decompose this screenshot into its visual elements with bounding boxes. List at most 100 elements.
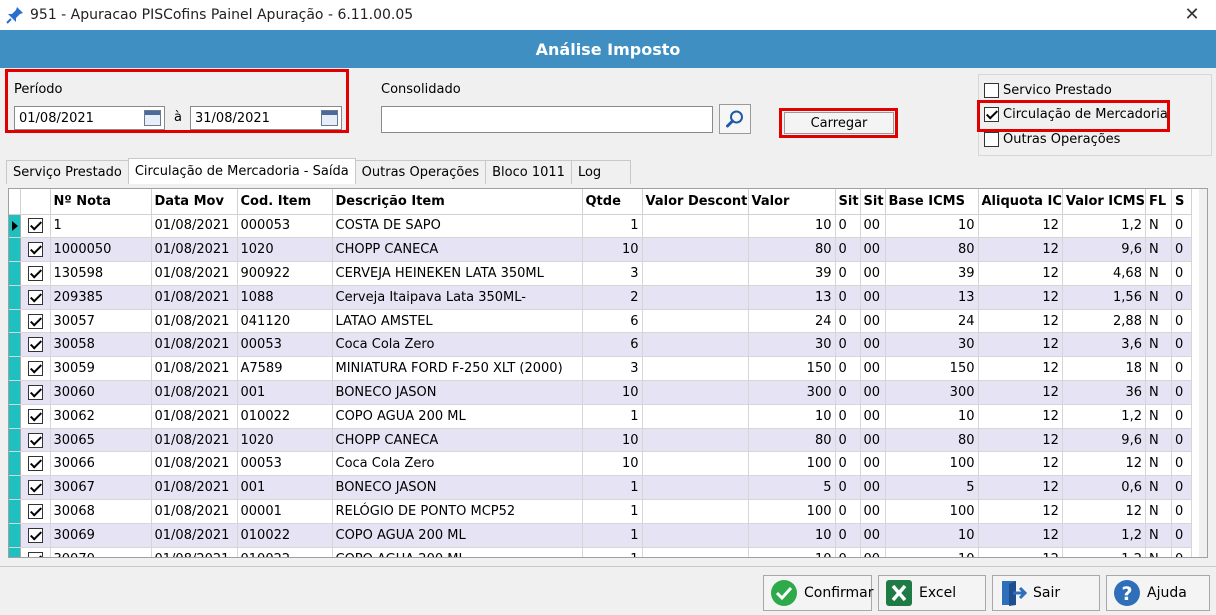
row-checkbox[interactable] [27,337,43,353]
row-select-cell[interactable] [20,356,51,382]
row-indicator[interactable] [9,285,21,310]
row-checkbox[interactable] [27,527,43,543]
tab-outras-operacoes[interactable]: Outras Operações [354,160,487,184]
row-indicator[interactable] [9,332,21,358]
row-indicator[interactable] [9,380,21,405]
table-row[interactable]: 30060 01/08/2021 001 BONECO JASON 10 300 0 00 30… [9,380,1192,405]
row-checkbox[interactable] [27,456,43,472]
table-row[interactable]: 30069 01/08/2021 010022 COPO AGUA 200 ML 1 10… [9,523,1192,548]
confirmar-button[interactable]: Confirmar [763,575,874,611]
column-header-valor-desconto[interactable]: Valor Descont [642,189,749,215]
row-select-cell[interactable] [20,214,51,239]
row-checkbox[interactable] [27,480,43,496]
column-header-data-mov[interactable]: Data Mov [151,189,238,215]
table-row[interactable]: 30057 01/08/2021 041120 LATAO AMSTEL 6 24 0 00 2… [9,309,1192,334]
row-indicator[interactable] [9,523,21,548]
calendar-icon[interactable] [144,110,161,126]
table-row[interactable]: 30065 01/08/2021 1020 CHOPP CANECA 10 80 0 00 80… [9,428,1192,453]
column-header-sit-2[interactable]: Sit [860,189,886,215]
row-select-cell[interactable] [20,451,51,477]
row-select-cell[interactable] [20,428,51,453]
row-select-cell[interactable] [20,237,51,263]
row-checkbox[interactable] [27,551,43,557]
row-select-cell[interactable] [20,309,51,334]
cell-valor: 100 [748,451,836,477]
row-indicator[interactable] [9,309,21,334]
row-indicator[interactable] [9,356,21,382]
column-header-s[interactable]: S [1171,189,1192,215]
row-indicator[interactable] [9,499,21,524]
tab-circulacao-mercadoria-saida[interactable]: Circulação de Mercadoria - Saída [127,158,356,184]
row-checkbox[interactable] [27,408,43,424]
search-button[interactable] [719,104,751,134]
sair-button[interactable]: Sair [992,575,1100,611]
carregar-button[interactable]: Carregar [784,112,894,134]
consolidado-input[interactable] [381,106,713,133]
column-header-valor[interactable]: Valor [748,189,836,215]
table-row[interactable]: 30066 01/08/2021 00053 Coca Cola Zero 10 100 0… [9,451,1192,477]
row-indicator[interactable] [9,475,21,501]
table-row[interactable]: 30062 01/08/2021 010022 COPO AGUA 200 ML 1 10… [9,404,1192,429]
table-row[interactable]: 3007001/08/2021010022COPO AGUA 200 ML1 10… [9,547,1192,557]
column-header-sit[interactable]: Sit [835,189,861,215]
column-header-nota[interactable]: Nº Nota [50,189,152,215]
checkbox-outras-operacoes[interactable] [984,132,999,147]
row-select-cell[interactable] [20,380,51,405]
row-select-cell[interactable] [20,285,51,310]
row-select-cell[interactable] [20,547,51,557]
row-indicator[interactable] [9,261,21,286]
row-indicator[interactable] [9,237,21,263]
table-row[interactable]: 30068 01/08/2021 00001 RELÓGIO DE PONTO MCP… [9,499,1192,524]
option-circulacao-mercadoria[interactable]: Circulação de Mercadoria [984,107,1168,122]
table-row[interactable]: 1000050 01/08/2021 1020 CHOPP CANECA 10 80 0 00… [9,237,1192,263]
table-row[interactable]: 130598 01/08/2021 900922 CERVEJA HEINEKEN L… [9,261,1192,286]
row-select-cell[interactable] [20,523,51,548]
table-row[interactable]: 209385 01/08/2021 1088 Cerveja Itaipava Lat… [9,285,1192,310]
row-checkbox[interactable] [27,289,43,305]
vertical-scrollbar[interactable] [1199,189,1207,557]
row-checkbox[interactable] [27,218,43,234]
checkbox-circulacao-mercadoria[interactable] [984,107,999,122]
table-row[interactable]: 1 01/08/2021 000053 COSTA DE SAPO 1 10 0 00 10 12… [9,214,1192,239]
column-header-base-icms[interactable]: Base ICMS [885,189,979,215]
column-header-valor-icms[interactable]: Valor ICMS [1062,189,1146,215]
row-checkbox[interactable] [27,384,43,400]
checkbox-servico-prestado[interactable] [984,83,999,98]
row-indicator[interactable] [9,404,21,429]
row-checkbox[interactable] [27,503,43,519]
row-select-cell[interactable] [20,332,51,358]
row-indicator[interactable] [9,428,21,453]
row-indicator[interactable] [9,547,21,557]
tab-log[interactable]: Log [570,160,631,184]
calendar-icon[interactable] [321,110,338,126]
date-to-input[interactable]: 31/08/2021 [190,106,342,130]
column-header-cod-item[interactable]: Cod. Item [237,189,333,215]
column-header-qtde[interactable]: Qtde [582,189,643,215]
data-grid[interactable]: Nº Nota Data Mov Cod. Item Descrição Item Qt… [8,188,1208,558]
close-icon[interactable]: ✕ [1182,4,1202,25]
table-row[interactable]: 30067 01/08/2021 001 BONECO JASON 1 5 0 00 5 12 0,… [9,475,1192,501]
column-header-aliquota-icms[interactable]: Aliquota IC [978,189,1063,215]
row-checkbox[interactable] [27,313,43,329]
row-select-cell[interactable] [20,261,51,286]
row-indicator[interactable] [9,451,21,477]
current-row-indicator[interactable] [9,214,21,239]
tab-bloco-1011[interactable]: Bloco 1011 [485,160,572,184]
row-select-cell[interactable] [20,404,51,429]
tab-servico-prestado[interactable]: Serviço Prestado [6,160,129,184]
option-outras-operacoes[interactable]: Outras Operações [984,132,1120,147]
excel-button[interactable]: Excel [878,575,986,611]
ajuda-button[interactable]: ? Ajuda [1106,575,1210,611]
row-select-cell[interactable] [20,475,51,501]
row-checkbox[interactable] [27,432,43,448]
table-row[interactable]: 30058 01/08/2021 00053 Coca Cola Zero 6 30 0 00… [9,332,1192,358]
row-select-cell[interactable] [20,499,51,524]
date-from-input[interactable]: 01/08/2021 [14,106,165,130]
column-header-descricao-item[interactable]: Descrição Item [332,189,583,215]
column-header-fl[interactable]: FL [1145,189,1172,215]
row-checkbox[interactable] [27,242,43,258]
row-checkbox[interactable] [27,361,43,377]
option-servico-prestado[interactable]: Servico Prestado [984,83,1112,98]
table-row[interactable]: 30059 01/08/2021 A7589 MINIATURA FORD F-250… [9,356,1192,382]
row-checkbox[interactable] [27,265,43,281]
